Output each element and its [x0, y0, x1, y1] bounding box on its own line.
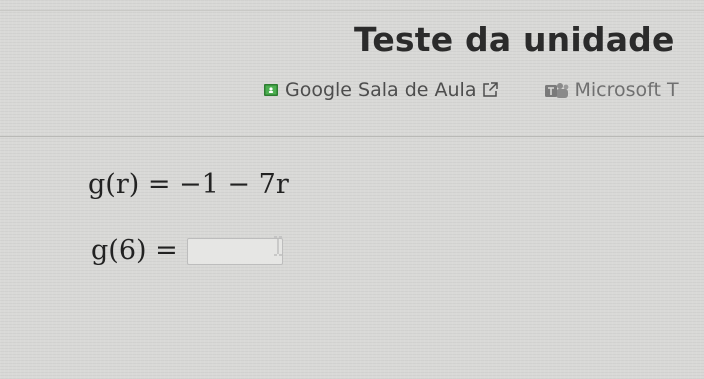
answer-input[interactable]: [186, 237, 283, 265]
microsoft-teams-label: Microsoft T: [574, 79, 679, 101]
page-title: Teste da unidade: [354, 20, 675, 59]
microsoft-teams-share-link[interactable]: Microsoft T: [543, 78, 679, 102]
text-cursor-icon: [274, 236, 282, 256]
external-link-icon: [483, 82, 499, 97]
google-classroom-icon: [264, 84, 278, 96]
function-definition: g(r) = −1 − 7r: [88, 169, 289, 200]
microsoft-teams-icon: [545, 82, 569, 98]
section-divider: [0, 136, 704, 137]
answer-prompt: g(6) =: [91, 235, 178, 266]
google-classroom-label: Google Sala de Aula: [285, 79, 477, 101]
top-edge: [0, 0, 704, 11]
google-classroom-share-link[interactable]: Google Sala de Aula: [264, 78, 499, 102]
share-row: Google Sala de Aula Microsoft T: [264, 78, 679, 102]
answer-row: g(6) =: [91, 231, 283, 271]
